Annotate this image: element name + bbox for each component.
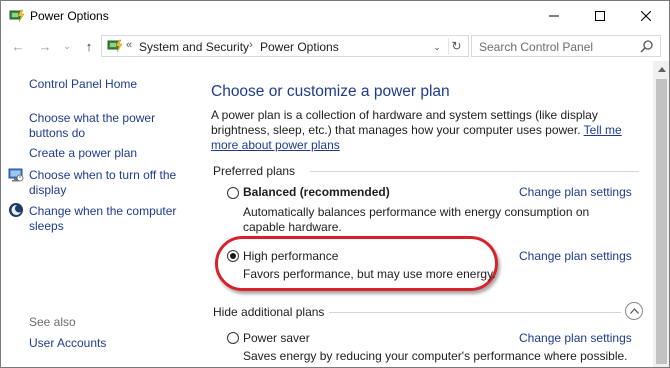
turn-off-display-link[interactable]: Choose when to turn off the display [29, 168, 189, 198]
chevron-up-icon [657, 67, 666, 72]
create-power-plan-link[interactable]: Create a power plan [29, 146, 189, 161]
description-text: A power plan is a collection of hardware… [211, 108, 598, 137]
close-button[interactable] [623, 1, 669, 31]
title-bar: Power Options [1, 1, 669, 32]
refresh-icon: ↻ [451, 39, 462, 53]
page-description: A power plan is a collection of hardware… [211, 108, 641, 153]
chevron-up-icon [629, 308, 639, 314]
chevron-down-icon: ⌄ [433, 41, 441, 52]
recent-locations-button[interactable]: ⌄ [59, 38, 75, 54]
highlight-annotation [215, 236, 498, 291]
minimize-button[interactable] [531, 1, 577, 31]
breadcrumb-power-options[interactable]: Power Options [260, 40, 339, 54]
collapse-plans-button[interactable] [625, 302, 643, 320]
search-placeholder: Search Control Panel [479, 40, 594, 54]
high-performance-change-settings-link[interactable]: Change plan settings [519, 249, 632, 263]
hide-additional-plans-heading[interactable]: Hide additional plans [213, 305, 324, 319]
up-arrow-icon: ↑ [85, 38, 93, 54]
vertical-scrollbar[interactable] [653, 61, 669, 367]
high-performance-radio[interactable] [227, 250, 239, 262]
breadcrumb-system-and-security[interactable]: System and Security [139, 40, 249, 54]
scroll-up-button[interactable] [653, 61, 669, 78]
scroll-thumb[interactable] [656, 79, 667, 364]
balanced-radio[interactable] [227, 187, 239, 199]
control-panel-home-link[interactable]: Control Panel Home [29, 77, 189, 92]
power-options-window: Power Options ← → ⌄ ↑ « System and Secur… [0, 0, 670, 368]
high-performance-plan-description: Favors performance, but may use more ene… [243, 267, 496, 281]
balanced-plan-description: Automatically balances performance with … [243, 205, 590, 234]
main-content: Choose or customize a power plan A power… [201, 61, 653, 367]
chevron-down-icon: ⌄ [63, 40, 71, 51]
preferred-plans-divider [310, 171, 639, 172]
search-icon [640, 40, 653, 53]
balanced-change-settings-link[interactable]: Change plan settings [519, 185, 632, 199]
additional-plans-divider [329, 312, 621, 313]
power-options-icon [9, 9, 25, 23]
monitor-icon [8, 168, 24, 182]
breadcrumb-separator[interactable]: › [249, 39, 253, 51]
breadcrumb-overflow[interactable]: « [126, 39, 132, 51]
page-title: Choose or customize a power plan [211, 83, 450, 100]
maximize-icon [595, 11, 605, 21]
back-arrow-icon: ← [11, 38, 25, 54]
balanced-plan-name[interactable]: Balanced (recommended) [243, 185, 390, 199]
computer-sleeps-link[interactable]: Change when the computer sleeps [29, 204, 189, 234]
power-saver-plan-description: Saves energy by reducing your computer's… [243, 349, 628, 363]
close-icon [641, 11, 651, 21]
up-button[interactable]: ↑ [81, 38, 97, 54]
preferred-plans-heading: Preferred plans [213, 164, 296, 178]
address-dropdown-button[interactable]: ⌄ [430, 40, 444, 54]
maximize-button[interactable] [577, 1, 623, 31]
high-performance-plan-name[interactable]: High performance [243, 249, 338, 263]
choose-power-buttons-link[interactable]: Choose what the power buttons do [29, 111, 189, 141]
forward-arrow-icon: → [38, 38, 52, 54]
user-accounts-link[interactable]: User Accounts [29, 336, 189, 351]
power-saver-change-settings-link[interactable]: Change plan settings [519, 331, 632, 345]
refresh-button[interactable]: ↻ [448, 38, 464, 54]
window-title: Power Options [30, 9, 109, 23]
navigation-bar: ← → ⌄ ↑ « System and Security › Power Op… [1, 32, 669, 60]
power-saver-plan-name[interactable]: Power saver [243, 331, 310, 345]
left-task-pane: Control Panel Home Choose what the power… [1, 61, 201, 367]
control-panel-icon [107, 39, 123, 53]
search-input[interactable]: Search Control Panel [471, 35, 661, 57]
moon-icon [9, 203, 23, 217]
minimize-icon [549, 15, 559, 17]
power-saver-radio[interactable] [227, 332, 239, 344]
forward-button[interactable]: → [37, 38, 53, 54]
see-also-heading: See also [29, 315, 76, 329]
address-bar[interactable]: « System and Security › Power Options ⌄ … [101, 35, 469, 57]
back-button[interactable]: ← [10, 38, 26, 54]
